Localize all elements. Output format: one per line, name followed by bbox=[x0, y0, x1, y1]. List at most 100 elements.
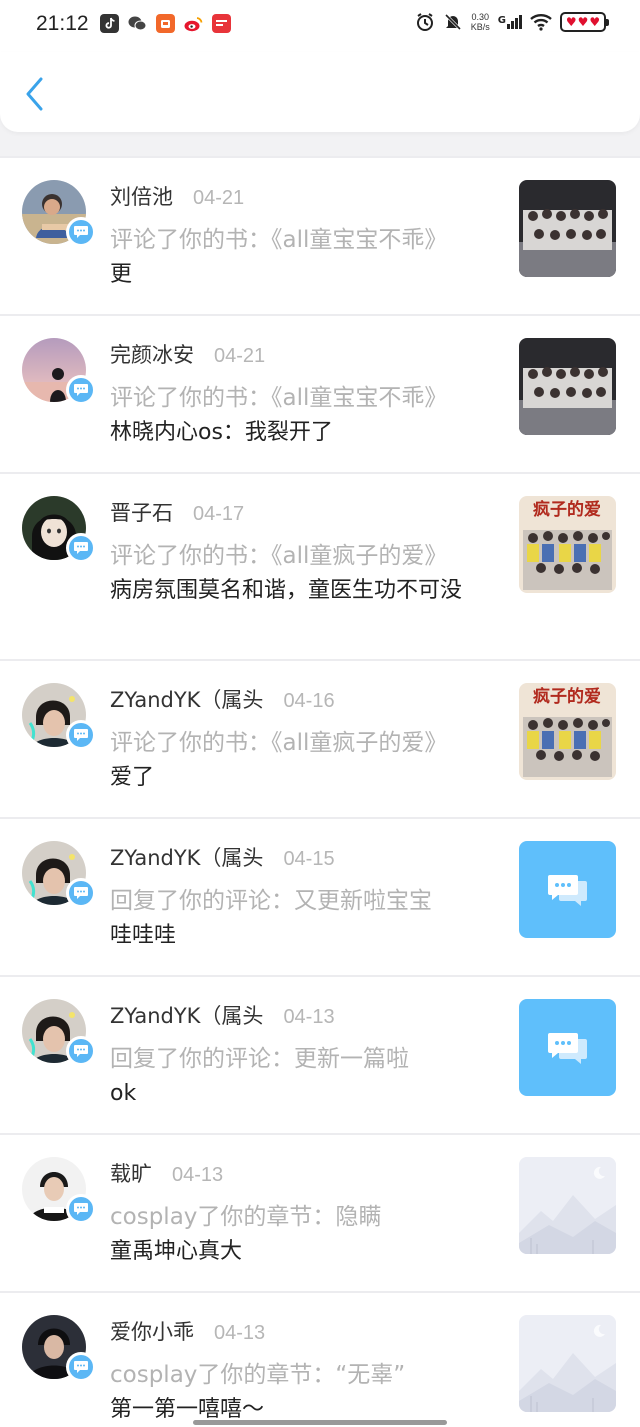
notification-action: 评论了你的书：《all童宝宝不乖》 bbox=[110, 385, 448, 411]
status-time: 21:12 bbox=[36, 12, 89, 35]
message-thumbnail[interactable] bbox=[519, 999, 616, 1096]
name-row: 爱你小乖 04-13 bbox=[110, 1316, 265, 1346]
avatar[interactable] bbox=[22, 841, 96, 908]
reader-app-icon bbox=[212, 14, 231, 33]
avatar[interactable] bbox=[22, 496, 96, 563]
user-name[interactable]: 完颜冰安 bbox=[110, 339, 194, 369]
back-button[interactable] bbox=[18, 74, 52, 114]
comment-badge-icon bbox=[66, 1036, 96, 1066]
notification-date: 04-16 bbox=[283, 690, 335, 712]
name-row: 完颜冰安 04-21 bbox=[110, 339, 265, 369]
name-row: 晋子石 04-17 bbox=[110, 497, 244, 527]
comment-text: ok bbox=[110, 1081, 137, 1106]
comment-text: 童禹坤心真大 bbox=[110, 1239, 243, 1264]
avatar[interactable] bbox=[22, 1315, 96, 1382]
notification-list: 刘倍池 04-21 评论了你的书：《all童宝宝不乖》 更 完颜冰安 04-21 bbox=[0, 156, 640, 1427]
notification-item[interactable]: 完颜冰安 04-21 评论了你的书：《all童宝宝不乖》 林晓内心os：我裂开了 bbox=[0, 314, 640, 472]
book-cover-thumbnail[interactable] bbox=[519, 338, 616, 435]
signal-indicator: G bbox=[498, 15, 522, 29]
notification-date: 04-21 bbox=[193, 187, 245, 209]
comment-badge-icon bbox=[66, 375, 96, 405]
user-name[interactable]: 晋子石 bbox=[110, 497, 173, 527]
avatar[interactable] bbox=[22, 999, 96, 1066]
cover-title: 疯子的爱 bbox=[533, 686, 601, 707]
notification-action: cosplay了你的章节：隐瞒 bbox=[110, 1204, 382, 1230]
signal-label: G bbox=[497, 15, 506, 26]
avatar[interactable] bbox=[22, 1157, 96, 1224]
mute-bell-icon bbox=[444, 13, 461, 31]
tiktok-icon bbox=[100, 14, 119, 33]
name-row: ZYandYK（属头 04-16 bbox=[110, 684, 335, 714]
notification-item[interactable]: 爱你小乖 04-13 cosplay了你的章节：“无辜” 第一第一嘻嘻～ bbox=[0, 1291, 640, 1427]
user-name[interactable]: ZYandYK（属头 bbox=[110, 842, 263, 872]
notification-date: 04-21 bbox=[214, 345, 266, 367]
chevron-left-icon bbox=[26, 77, 43, 111]
comment-badge-icon bbox=[66, 1352, 96, 1382]
notification-action: 评论了你的书：《all童宝宝不乖》 bbox=[110, 227, 448, 253]
notification-action: 回复了你的评论：又更新啦宝宝 bbox=[110, 888, 432, 914]
mountain-placeholder-icon bbox=[519, 1315, 616, 1412]
user-name[interactable]: ZYandYK（属头 bbox=[110, 1000, 263, 1030]
network-speed: 0.30 KB/s bbox=[471, 12, 490, 32]
notification-app-icons bbox=[100, 14, 231, 33]
notification-item[interactable]: 晋子石 04-17 评论了你的书：《all童疯子的爱》 病房氛围莫名和谐，童医生… bbox=[0, 472, 640, 659]
name-row: 刘倍池 04-21 bbox=[110, 181, 244, 211]
comment-badge-icon bbox=[66, 533, 96, 563]
notification-item[interactable]: ZYandYK（属头 04-13 回复了你的评论：更新一篇啦 ok bbox=[0, 975, 640, 1133]
avatar[interactable] bbox=[22, 180, 96, 247]
notification-action: 评论了你的书：《all童疯子的爱》 bbox=[110, 543, 448, 569]
comment-badge-icon bbox=[66, 720, 96, 750]
alarm-icon bbox=[416, 13, 433, 31]
weibo-icon bbox=[184, 14, 203, 33]
notification-item[interactable]: 刘倍池 04-21 评论了你的书：《all童宝宝不乖》 更 bbox=[0, 156, 640, 314]
top-nav-bar bbox=[0, 52, 640, 132]
comment-text: 更 bbox=[110, 262, 133, 287]
comment-text: 林晓内心os：我裂开了 bbox=[110, 420, 333, 445]
notification-date: 04-13 bbox=[214, 1322, 266, 1344]
net-speed-value: 0.30 bbox=[471, 12, 490, 22]
message-thumbnail[interactable] bbox=[519, 841, 616, 938]
name-row: ZYandYK（属头 04-15 bbox=[110, 842, 335, 872]
notification-action: cosplay了你的章节：“无辜” bbox=[110, 1362, 406, 1388]
comment-badge-icon bbox=[66, 217, 96, 247]
message-icon bbox=[547, 874, 587, 906]
book-cover-thumbnail[interactable]: 疯子的爱 bbox=[519, 683, 616, 780]
system-icons: 0.30 KB/s G ♥ ♥ ♥ bbox=[415, 12, 609, 32]
notification-item[interactable]: ZYandYK（属头 04-16 评论了你的书：《all童疯子的爱》 爱了 疯子… bbox=[0, 659, 640, 817]
comment-badge-icon bbox=[66, 1194, 96, 1224]
message-icon bbox=[547, 1032, 587, 1064]
comment-text: 爱了 bbox=[110, 765, 155, 790]
name-row: ZYandYK（属头 04-13 bbox=[110, 1000, 335, 1030]
status-bar: 21:12 0.30 KB/s G ♥ ♥ ♥ bbox=[0, 0, 640, 52]
battery-icon: ♥ ♥ ♥ bbox=[560, 12, 609, 32]
comment-badge-icon bbox=[66, 878, 96, 908]
avatar[interactable] bbox=[22, 683, 96, 750]
book-cover-thumbnail[interactable]: 疯子的爱 bbox=[519, 496, 616, 593]
notification-date: 04-13 bbox=[283, 1006, 335, 1028]
notification-date: 04-17 bbox=[193, 503, 245, 525]
name-row: 载旷 04-13 bbox=[110, 1158, 223, 1188]
notification-action: 回复了你的评论：更新一篇啦 bbox=[110, 1046, 409, 1072]
notification-date: 04-15 bbox=[283, 848, 335, 870]
avatar[interactable] bbox=[22, 338, 96, 405]
user-name[interactable]: 载旷 bbox=[110, 1158, 152, 1188]
wifi-icon bbox=[530, 14, 552, 31]
notification-action: 评论了你的书：《all童疯子的爱》 bbox=[110, 730, 448, 756]
user-name[interactable]: 刘倍池 bbox=[110, 181, 173, 211]
notification-item[interactable]: 载旷 04-13 cosplay了你的章节：隐瞒 童禹坤心真大 bbox=[0, 1133, 640, 1291]
net-speed-unit: KB/s bbox=[470, 22, 490, 32]
placeholder-thumbnail[interactable] bbox=[519, 1315, 616, 1412]
cover-title: 疯子的爱 bbox=[533, 499, 601, 520]
comment-text: 病房氛围莫名和谐，童医生功不可没 bbox=[110, 578, 463, 603]
shopping-app-icon bbox=[156, 14, 175, 33]
book-cover-thumbnail[interactable] bbox=[519, 180, 616, 277]
placeholder-thumbnail[interactable] bbox=[519, 1157, 616, 1254]
home-indicator[interactable] bbox=[193, 1420, 447, 1425]
notification-item[interactable]: ZYandYK（属头 04-15 回复了你的评论：又更新啦宝宝 哇哇哇 bbox=[0, 817, 640, 975]
notification-date: 04-13 bbox=[172, 1164, 224, 1186]
wechat-icon bbox=[128, 14, 147, 33]
mountain-placeholder-icon bbox=[519, 1157, 616, 1254]
user-name[interactable]: ZYandYK（属头 bbox=[110, 684, 263, 714]
comment-text: 哇哇哇 bbox=[110, 923, 177, 948]
user-name[interactable]: 爱你小乖 bbox=[110, 1316, 194, 1346]
